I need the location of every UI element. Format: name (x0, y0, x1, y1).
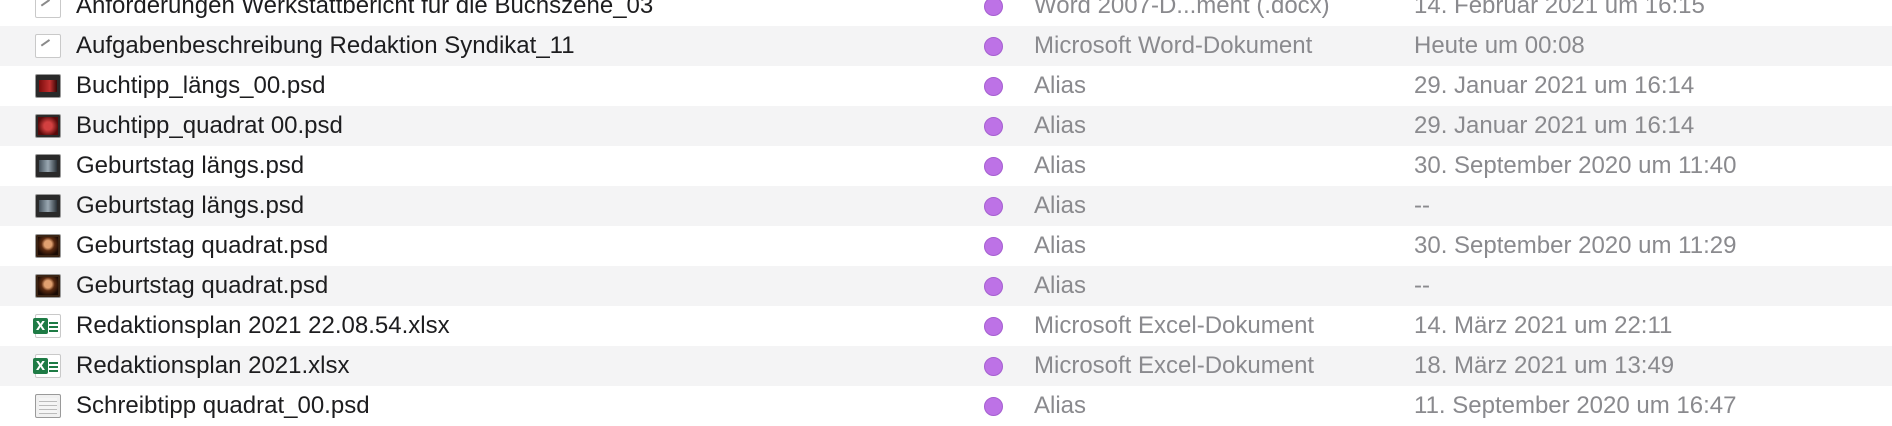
photoshop-thumbnail-icon (35, 114, 61, 138)
file-row[interactable]: X Redaktionsplan 2021 22.08.54.xlsx Micr… (0, 306, 1892, 346)
file-date: 14. März 2021 um 22:11 (1414, 312, 1673, 339)
file-date: 18. März 2021 um 13:49 (1414, 352, 1675, 379)
file-date: 11. September 2020 um 16:47 (1414, 392, 1737, 419)
word-document-icon (35, 0, 61, 18)
purple-tag-icon (984, 157, 1003, 176)
word-document-icon (35, 34, 61, 58)
purple-tag-icon (984, 357, 1003, 376)
file-name: Geburtstag quadrat.psd (76, 272, 329, 299)
file-row[interactable]: Anforderungen Werkstattbericht für die B… (0, 0, 1892, 26)
file-kind: Alias (1034, 272, 1087, 299)
file-name: Aufgabenbeschreibung Redaktion Syndikat_… (76, 32, 575, 59)
file-kind: Alias (1034, 232, 1087, 259)
purple-tag-icon (984, 117, 1003, 136)
file-kind: Alias (1034, 392, 1087, 419)
file-name: Redaktionsplan 2021 22.08.54.xlsx (76, 312, 450, 339)
file-name: Geburtstag längs.psd (76, 152, 305, 179)
photoshop-thumbnail-icon (35, 234, 61, 258)
file-name: Geburtstag quadrat.psd (76, 232, 329, 259)
file-row[interactable]: Geburtstag quadrat.psd Alias -- (0, 266, 1892, 306)
file-date: -- (1414, 192, 1430, 219)
file-row[interactable]: X Redaktionsplan 2021.xlsx Microsoft Exc… (0, 346, 1892, 386)
file-date: 30. September 2020 um 11:29 (1414, 232, 1737, 259)
file-date: -- (1414, 272, 1430, 299)
purple-tag-icon (984, 77, 1003, 96)
file-kind: Microsoft Excel-Dokument (1034, 312, 1315, 339)
excel-document-icon: X (33, 314, 61, 338)
file-row[interactable]: Buchtipp_längs_00.psd Alias 29. Januar 2… (0, 66, 1892, 106)
photoshop-thumbnail-icon (35, 74, 61, 98)
file-row[interactable]: Geburtstag längs.psd Alias -- (0, 186, 1892, 226)
purple-tag-icon (984, 237, 1003, 256)
file-kind: Alias (1034, 112, 1087, 139)
file-name: Geburtstag längs.psd (76, 192, 305, 219)
file-date: 30. September 2020 um 11:40 (1414, 152, 1737, 179)
file-name: Redaktionsplan 2021.xlsx (76, 352, 350, 379)
file-row[interactable]: Geburtstag längs.psd Alias 30. September… (0, 146, 1892, 186)
file-kind: Alias (1034, 192, 1087, 219)
photoshop-thumbnail-icon (35, 154, 61, 178)
file-date: 29. Januar 2021 um 16:14 (1414, 72, 1695, 99)
file-kind: Microsoft Excel-Dokument (1034, 352, 1315, 379)
purple-tag-icon (984, 37, 1003, 56)
purple-tag-icon (984, 197, 1003, 216)
purple-tag-icon (984, 277, 1003, 296)
file-date: 14. Februar 2021 um 16:15 (1414, 0, 1705, 19)
file-kind: Word 2007-D...ment (.docx) (1034, 0, 1330, 19)
file-kind: Alias (1034, 152, 1087, 179)
photoshop-thumbnail-icon (35, 194, 61, 218)
file-row[interactable]: Schreibtipp quadrat_00.psd Alias 11. Sep… (0, 386, 1892, 426)
file-name: Schreibtipp quadrat_00.psd (76, 392, 370, 419)
purple-tag-icon (984, 0, 1003, 16)
file-name: Anforderungen Werkstattbericht für die B… (76, 0, 654, 19)
file-date: 29. Januar 2021 um 16:14 (1414, 112, 1695, 139)
file-list: Anforderungen Werkstattbericht für die B… (0, 0, 1892, 426)
file-kind: Microsoft Word-Dokument (1034, 32, 1313, 59)
photoshop-thumbnail-icon (35, 274, 61, 298)
photoshop-thumbnail-icon (35, 394, 61, 418)
file-row[interactable]: Aufgabenbeschreibung Redaktion Syndikat_… (0, 26, 1892, 66)
file-row[interactable]: Geburtstag quadrat.psd Alias 30. Septemb… (0, 226, 1892, 266)
file-name: Buchtipp_quadrat 00.psd (76, 112, 343, 139)
excel-document-icon: X (33, 354, 61, 378)
file-date: Heute um 00:08 (1414, 32, 1585, 59)
file-name: Buchtipp_längs_00.psd (76, 72, 326, 99)
purple-tag-icon (984, 317, 1003, 336)
file-kind: Alias (1034, 72, 1087, 99)
file-row[interactable]: Buchtipp_quadrat 00.psd Alias 29. Januar… (0, 106, 1892, 146)
purple-tag-icon (984, 397, 1003, 416)
